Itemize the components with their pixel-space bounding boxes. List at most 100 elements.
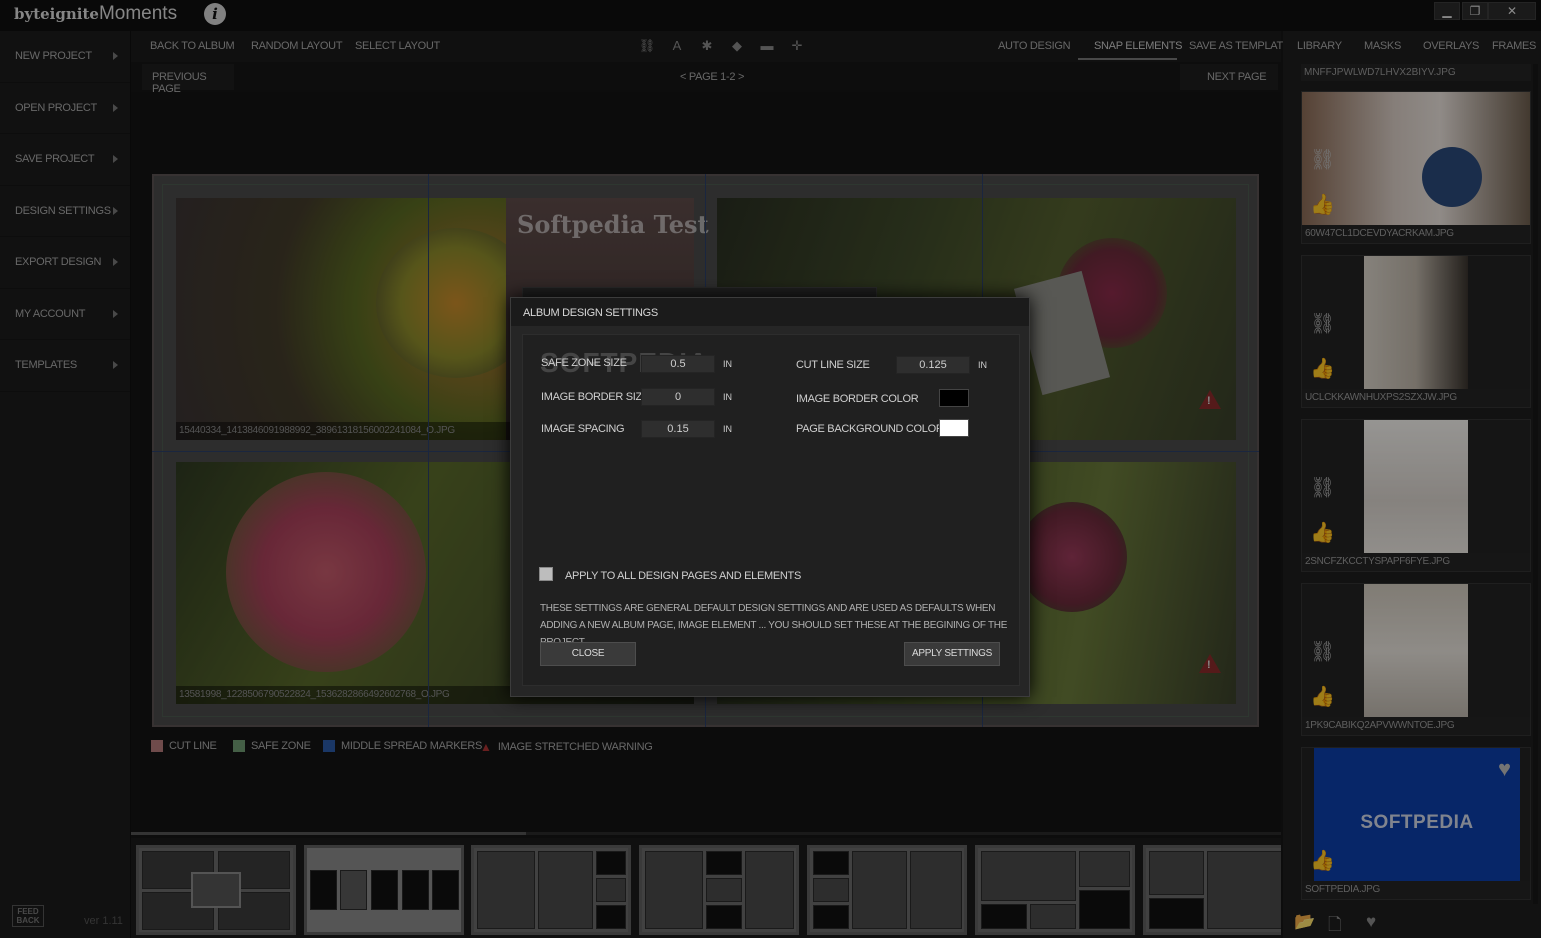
image-border-size-label: IMAGE BORDER SIZE <box>541 391 649 403</box>
close-window-button[interactable]: ✕ <box>1488 2 1536 20</box>
chevron-right-icon <box>113 206 118 215</box>
dialog-title: ALBUM DESIGN SETTINGS <box>511 298 1029 326</box>
sidebar-item-design-settings[interactable]: DESIGN SETTINGS <box>0 186 130 237</box>
sidebar-item-save-project[interactable]: SAVE PROJECT <box>0 134 130 186</box>
image-spacing-label: IMAGE SPACING <box>541 423 625 435</box>
layer-down-icon[interactable]: ▬ <box>758 38 776 54</box>
link-icon[interactable]: ⛓ <box>1310 639 1335 664</box>
text-size-icon[interactable]: A <box>668 38 686 54</box>
sidebar-item-open-project[interactable]: OPEN PROJECT <box>0 83 130 134</box>
legend-label: IMAGE STRETCHED WARNING <box>497 741 653 753</box>
save-as-template-button[interactable]: SAVE AS TEMPLATE <box>1189 40 1290 52</box>
library-item-label: 2SNCFZKCCTYSPAPF6FYE.JPG <box>1302 553 1530 571</box>
sidebar-item-label: DESIGN SETTINGS <box>15 204 111 217</box>
apply-all-label: APPLY TO ALL DESIGN PAGES AND ELEMENTS <box>565 570 801 582</box>
chevron-right-icon <box>113 52 118 61</box>
legend-safe-zone: SAFE ZONE <box>233 740 311 752</box>
tab-frames[interactable]: FRAMES <box>1492 40 1536 52</box>
title-bar: byteigniteMoments i ▁ ❐ ✕ <box>0 0 1541 31</box>
layout-option[interactable] <box>639 845 799 935</box>
layout-strip-scroll-thumb[interactable] <box>131 832 526 835</box>
layer-up-icon[interactable]: ◆ <box>728 38 746 54</box>
add-image-icon[interactable]: 🗋 <box>1328 912 1342 938</box>
auto-design-button[interactable]: AUTO DESIGN <box>998 40 1071 52</box>
image-spacing-input[interactable]: 0.15 <box>641 420 715 438</box>
bug-icon[interactable]: ✱ <box>698 38 716 54</box>
add-folder-icon[interactable]: 📂 <box>1294 912 1315 932</box>
link-icon[interactable]: ⛓ <box>1310 311 1335 336</box>
maximize-button[interactable]: ❐ <box>1462 2 1488 20</box>
layout-option[interactable] <box>136 845 296 935</box>
chevron-right-icon <box>113 309 118 318</box>
library-item[interactable]: ⛓ 👍 2SNCFZKCCTYSPAPF6FYE.JPG <box>1301 419 1531 572</box>
image-border-color-swatch[interactable] <box>939 389 969 407</box>
sidebar-item-my-account[interactable]: MY ACCOUNT <box>0 289 130 340</box>
safe-zone-size-input[interactable]: 0.5 <box>641 355 715 373</box>
cut-line-size-label: CUT LINE SIZE <box>796 359 870 371</box>
library-item-label: UCLCKKAWNHUXPS2SZXJW.JPG <box>1302 389 1530 407</box>
tab-library[interactable]: LIBRARY <box>1297 40 1342 52</box>
legend-cut-line: CUT LINE <box>151 740 217 752</box>
link-icon[interactable]: ⛓ <box>1310 475 1335 500</box>
info-icon[interactable]: i <box>204 3 226 25</box>
unit-label: IN <box>723 424 732 434</box>
select-layout-button[interactable]: SELECT LAYOUT <box>355 40 440 52</box>
page-background-color-swatch[interactable] <box>939 419 969 437</box>
link-icon[interactable]: ⛓ <box>638 38 656 54</box>
library-item[interactable]: SOFTPEDIA ♥ 👍 SOFTPEDIA.JPG <box>1301 747 1531 900</box>
sidebar-item-templates[interactable]: TEMPLATES <box>0 340 130 392</box>
next-page-label: NEXT PAGE <box>1207 71 1267 83</box>
layout-option[interactable] <box>975 845 1135 935</box>
layout-option[interactable] <box>304 845 464 935</box>
library-item[interactable]: ⛓ 👍 60W47CL1DCEVDYACRKAM.JPG <box>1301 91 1531 244</box>
page-background-color-label: PAGE BACKGROUND COLOR <box>796 423 944 435</box>
image-border-size-input[interactable]: 0 <box>641 388 715 406</box>
thumbs-up-icon[interactable]: 👍 <box>1310 356 1335 381</box>
next-page-button[interactable]: NEXT PAGE <box>1180 64 1278 90</box>
safe-zone-swatch <box>233 740 245 752</box>
sidebar-item-new-project[interactable]: NEW PROJECT <box>0 31 130 83</box>
library-item[interactable]: ⛓ 👍 1PK9CABIKQ2APVWWNTOE.JPG <box>1301 583 1531 736</box>
layout-option[interactable] <box>1143 845 1281 935</box>
minimize-button[interactable]: ▁ <box>1434 2 1460 20</box>
layout-option[interactable] <box>471 845 631 935</box>
page-indicator: < PAGE 1-2 > <box>680 71 745 83</box>
chevron-right-icon <box>113 361 118 370</box>
library-item[interactable]: ⛓ 👍 UCLCKKAWNHUXPS2SZXJW.JPG <box>1301 255 1531 408</box>
close-button[interactable]: CLOSE <box>540 642 636 666</box>
library-scrollbar[interactable] <box>1533 64 1538 904</box>
cut-line-size-input[interactable]: 0.125 <box>896 356 970 374</box>
legend-label: SAFE ZONE <box>251 740 311 752</box>
library-item-label: 1PK9CABIKQ2APVWWNTOE.JPG <box>1302 717 1530 735</box>
previous-page-button[interactable]: PREVIOUS PAGE <box>142 64 234 95</box>
random-layout-button[interactable]: RANDOM LAYOUT <box>251 40 343 52</box>
thumbs-up-icon[interactable]: 👍 <box>1310 848 1335 873</box>
library-item-label: SOFTPEDIA.JPG <box>1302 881 1530 899</box>
sidebar-item-export-design[interactable]: EXPORT DESIGN <box>0 237 130 289</box>
layout-option[interactable] <box>807 845 967 935</box>
unit-label: IN <box>723 359 732 369</box>
snap-elements-button[interactable]: SNAP ELEMENTS <box>1094 40 1183 52</box>
heart-icon[interactable]: ♥ <box>1498 756 1511 782</box>
image-border-color-label: IMAGE BORDER COLOR <box>796 393 919 405</box>
thumbs-up-icon[interactable]: 👍 <box>1310 192 1335 217</box>
apply-all-checkbox[interactable] <box>539 567 553 581</box>
thumbs-up-icon[interactable]: 👍 <box>1310 520 1335 545</box>
chevron-right-icon <box>113 258 118 267</box>
thumbs-up-icon[interactable]: 👍 <box>1310 684 1335 709</box>
sidebar-item-label: NEW PROJECT <box>15 50 92 63</box>
unit-label: IN <box>978 360 987 370</box>
link-icon[interactable]: ⛓ <box>1310 147 1335 172</box>
snap-elements-active-indicator <box>1078 58 1177 60</box>
version-label: ver 1.11 <box>84 915 123 927</box>
crosshair-icon[interactable]: ✛ <box>788 38 806 54</box>
feedback-button[interactable]: FEED BACK <box>12 905 44 927</box>
tab-overlays[interactable]: OVERLAYS <box>1423 40 1479 52</box>
apply-settings-button[interactable]: APPLY SETTINGS <box>904 642 1000 666</box>
back-to-album-button[interactable]: BACK TO ALBUM <box>150 40 235 52</box>
stretched-warning-icon: ! <box>1199 654 1221 673</box>
tab-masks[interactable]: MASKS <box>1364 40 1401 52</box>
sidebar-item-label: EXPORT DESIGN <box>15 256 102 269</box>
legend-label: CUT LINE <box>169 740 217 752</box>
favorites-heart-icon[interactable]: ♥ <box>1366 912 1376 932</box>
